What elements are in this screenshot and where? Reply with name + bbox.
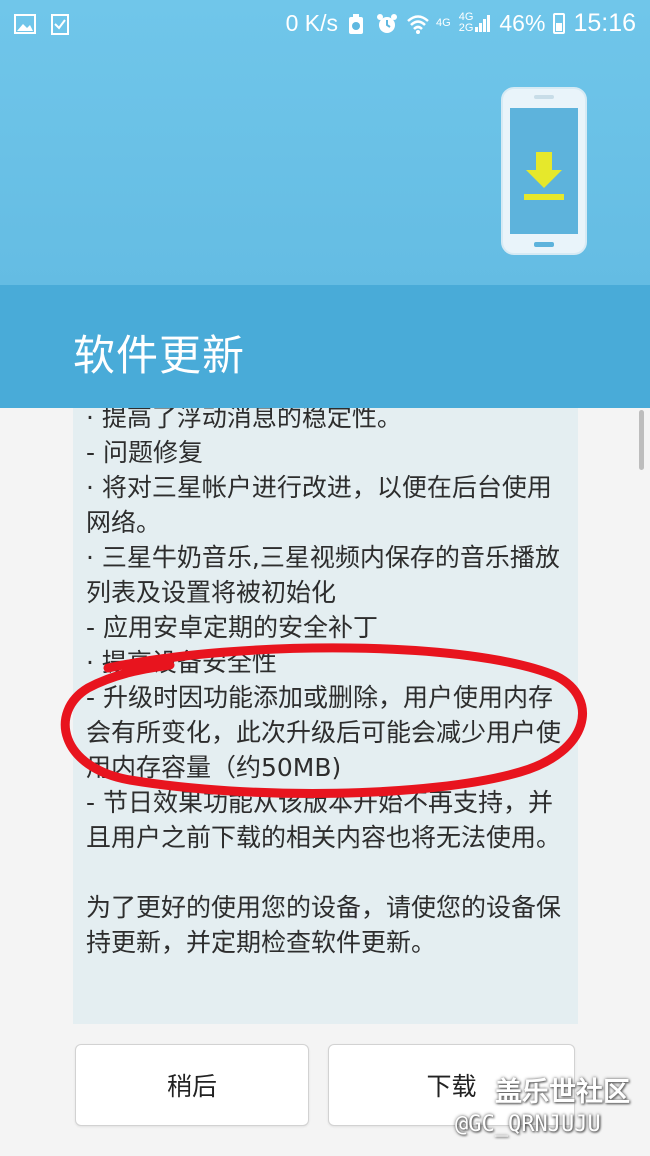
network-speed: 0 K/s [285,9,339,36]
signal-4g-label: 4G [436,16,451,29]
release-notes-panel[interactable]: · 提高了浮动消息的稳定性。 - 问题修复 · 将对三星帐户进行改进，以便在后台… [73,408,578,1024]
scrollbar[interactable] [639,410,644,470]
task-check-icon [50,13,72,35]
later-button[interactable]: 稍后 [75,1044,309,1126]
alarm-icon [376,13,398,33]
wifi-icon [406,13,429,34]
battery-icon [553,12,566,34]
status-bar: 0 K/s 4G 4G 2G 46% 15:16 [0,0,650,46]
phone-download-icon [500,86,588,256]
battery-percent: 46% [499,9,546,36]
clock: 15:16 [573,8,636,37]
data-saver-icon [346,13,368,34]
signal-icon: 4G 2G [459,12,492,34]
gallery-icon [14,13,36,34]
release-notes-text: · 提高了浮动消息的稳定性。 - 问题修复 · 将对三星帐户进行改进，以便在后台… [86,408,562,957]
watermark-handle: @GC_QRNJUJU [455,1112,601,1137]
watermark-community: 盖乐世社区 [495,1077,630,1108]
page-title: 软件更新 [73,331,246,380]
signal-4g-2g-label: 4G 2G [458,11,474,34]
